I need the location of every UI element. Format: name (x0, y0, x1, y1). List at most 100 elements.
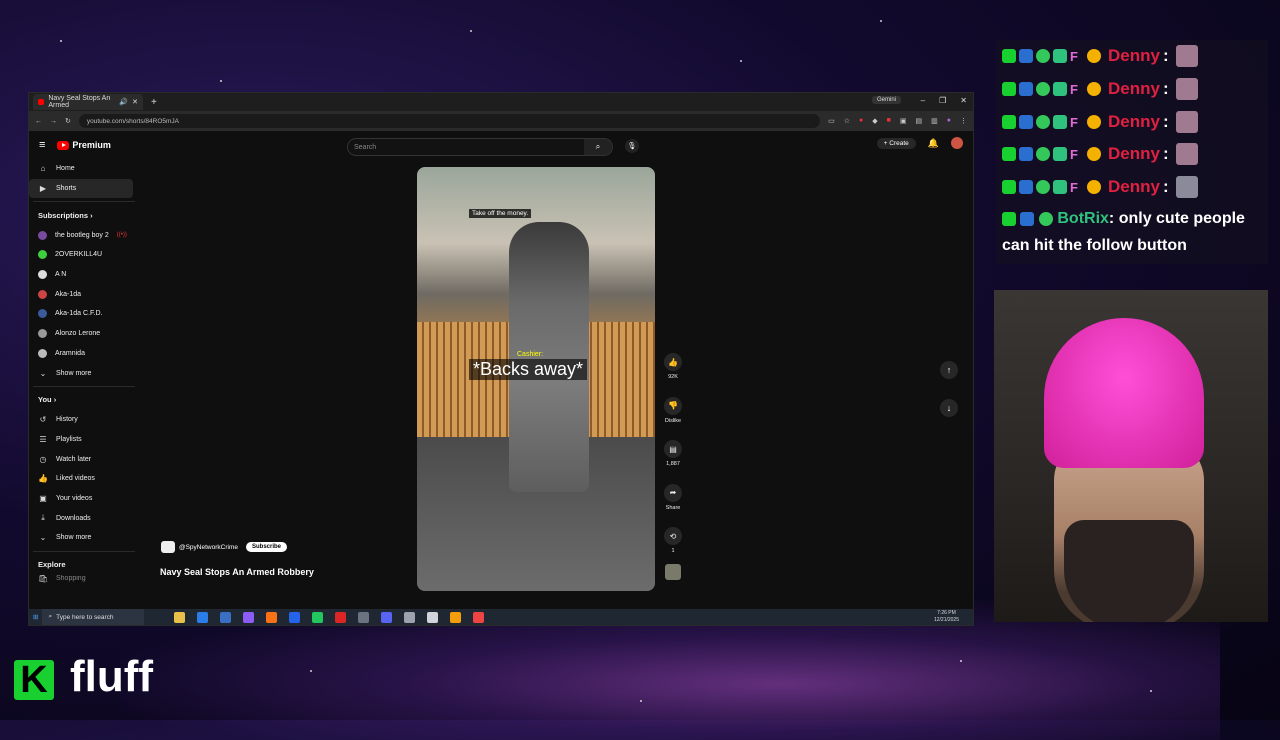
browser-tab[interactable]: Navy Seal Stops An Armed 🔊 ✕ (33, 94, 143, 110)
extension-icon[interactable]: ▣ (900, 117, 907, 125)
app-icon[interactable] (335, 611, 347, 623)
star (880, 20, 882, 22)
dislike-button[interactable]: 👎 (664, 396, 682, 415)
like-action: 👍 92K (661, 353, 685, 397)
show-more-button[interactable]: ⌄ Show more (29, 528, 139, 548)
next-short-button[interactable]: ↓ (940, 399, 958, 417)
chat-username[interactable]: Denny (1108, 144, 1160, 164)
sidebar-item-liked-videos[interactable]: 👍 Liked videos (29, 469, 139, 489)
extension-icon[interactable]: ◆ (872, 117, 877, 125)
sidebar-item-subscription[interactable]: A N (29, 265, 139, 285)
sidebar-item-watch-later[interactable]: ◷ Watch later (29, 449, 139, 469)
sidebar-item-subscription[interactable]: Aka-1da C.F.D. (29, 304, 139, 324)
menu-dots-icon[interactable]: ⋮ (960, 117, 967, 125)
shorts-video-player[interactable]: Take off the money. Cashier: *Backs away… (417, 167, 655, 591)
taskbar-clock[interactable]: 7:26 PM 12/21/2025 (934, 610, 959, 624)
app-icon[interactable] (473, 611, 485, 623)
taskbar-search-input[interactable]: Type here to search (56, 614, 113, 621)
sidebar-item-label: Liked videos (56, 475, 95, 483)
f-badge-icon: F (1070, 147, 1078, 163)
subscribe-button[interactable]: Subscribe (245, 542, 287, 552)
file-explorer-icon[interactable] (174, 611, 186, 623)
extension-icon[interactable]: ▤ (916, 117, 923, 125)
sidebar-item-your-videos[interactable]: ▣ Your videos (29, 489, 139, 509)
speaker-icon[interactable]: 🔊 (119, 98, 128, 106)
search-button[interactable]: ⌕ (584, 139, 612, 155)
maximize-icon[interactable]: ❐ (939, 96, 946, 105)
avatar[interactable] (951, 137, 963, 149)
sidepanel-icon[interactable]: ▥ (931, 117, 938, 125)
create-button[interactable]: + Create (876, 137, 916, 149)
search-icon: ⌕ (48, 613, 53, 620)
warning-badge-icon (1087, 180, 1101, 195)
star (640, 700, 642, 702)
search-input[interactable]: Search (348, 144, 584, 151)
sidebar-item-subscription[interactable]: Aka-1da (29, 284, 139, 304)
sidebar-item-shopping[interactable]: 🛍 Shopping (29, 575, 139, 583)
hamburger-menu-icon[interactable]: ≡ (39, 139, 45, 151)
sidebar-item-subscription[interactable]: 2OVERKILL4U (29, 245, 139, 265)
chat-username[interactable]: Denny (1108, 112, 1160, 132)
show-more-button[interactable]: ⌄ Show more (29, 363, 139, 383)
address-bar[interactable]: youtube.com/shorts/84RO5mJA (78, 114, 821, 128)
subscriptions-heading[interactable]: Subscriptions › (29, 205, 139, 225)
sidebar-item-subscription[interactable]: the bootleg boy 2 ((•)) (29, 225, 139, 245)
chat-username[interactable]: Denny (1108, 46, 1160, 66)
minimize-icon[interactable]: – (921, 96, 925, 105)
you-heading[interactable]: You › (29, 390, 139, 410)
excel-icon[interactable] (312, 611, 324, 623)
star (960, 660, 962, 662)
sidebar-item-home[interactable]: ⌂ Home (29, 159, 139, 179)
new-tab-button[interactable]: + (151, 97, 157, 108)
youtube-logo[interactable]: Premium (57, 140, 111, 150)
back-icon[interactable]: ← (35, 118, 42, 125)
forward-icon[interactable]: → (50, 118, 57, 125)
chevron-right-icon: › (90, 210, 93, 220)
reload-icon[interactable]: ↻ (65, 117, 71, 125)
edge-icon[interactable] (197, 611, 209, 623)
channel-logo[interactable] (161, 541, 175, 553)
mod-badge-icon (1019, 82, 1033, 97)
sidebar-item-playlists[interactable]: ☰ Playlists (29, 430, 139, 450)
profile-icon[interactable]: ● (947, 117, 951, 125)
chat-username[interactable]: BotRix (1057, 210, 1109, 227)
streamer-name: fluff (70, 652, 154, 701)
firefox-icon[interactable] (266, 611, 278, 623)
sound-thumbnail[interactable] (665, 564, 681, 581)
windows-start-icon[interactable]: ⊞ (33, 613, 38, 621)
previous-short-button[interactable]: ↑ (940, 361, 958, 379)
close-window-icon[interactable]: ✕ (960, 96, 967, 105)
chat-username[interactable]: Denny (1108, 79, 1160, 99)
sidebar-item-history[interactable]: ↺ History (29, 410, 139, 430)
sidebar-item-downloads[interactable]: ⤓ Downloads (29, 508, 139, 528)
share-icon: ➦ (669, 488, 677, 498)
cast-icon[interactable]: ▭ (828, 117, 835, 125)
verified-badge-icon (1036, 147, 1050, 162)
app-icon[interactable] (358, 611, 370, 623)
comments-button[interactable]: ▤ (664, 440, 682, 459)
chrome-icon[interactable] (450, 611, 462, 623)
taskbar-search[interactable]: ⌕ Type here to search (42, 609, 145, 625)
close-tab-icon[interactable]: ✕ (132, 98, 138, 106)
chat-username[interactable]: Denny (1108, 177, 1160, 197)
gemini-button[interactable]: Gemini (871, 96, 901, 104)
app-icon[interactable] (404, 611, 416, 623)
mic-icon[interactable]: 🎙 (625, 139, 639, 153)
store-icon[interactable] (220, 611, 232, 623)
notifications-bell-icon[interactable]: 🔔 (928, 138, 939, 149)
bookmark-star-icon[interactable]: ☆ (844, 117, 850, 125)
channel-name[interactable]: @SpyNetworkCrime (179, 544, 238, 551)
like-button[interactable]: 👍 (664, 353, 682, 371)
extension-icon[interactable]: ■ (887, 117, 891, 125)
sidebar-item-subscription[interactable]: Aramnida (29, 344, 139, 364)
discord-icon[interactable] (381, 611, 393, 623)
video-title[interactable]: Navy Seal Stops An Armed Robbery (160, 567, 314, 577)
app-icon[interactable] (289, 611, 301, 623)
sidebar-item-shorts[interactable]: ▶ Shorts (29, 178, 133, 199)
share-button[interactable]: ➦ (664, 483, 682, 502)
sidebar-item-subscription[interactable]: Alonzo Lerone (29, 324, 139, 344)
app-icon[interactable] (243, 611, 255, 623)
remix-button[interactable]: ⟲ (664, 527, 682, 546)
extension-icon[interactable]: ● (859, 117, 863, 125)
app-icon[interactable] (427, 611, 439, 623)
